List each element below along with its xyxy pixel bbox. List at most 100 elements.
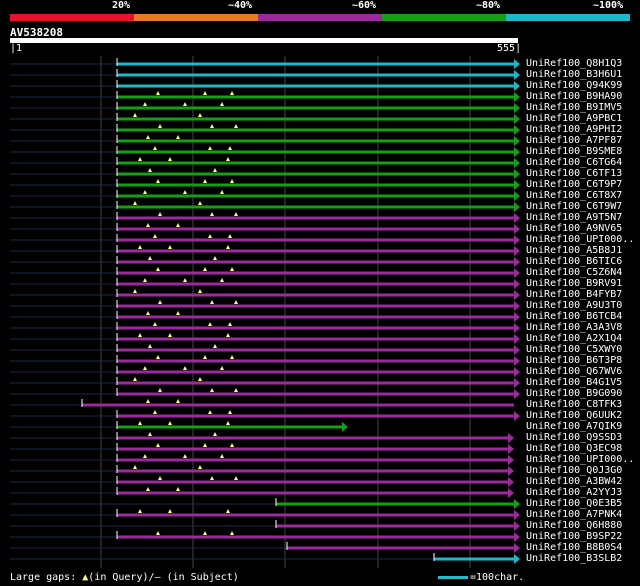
query-gap-marker — [133, 113, 137, 117]
hit-label[interactable]: UniRef100_C6TG64 — [526, 157, 638, 168]
hit-bar[interactable] — [117, 249, 514, 253]
hit-label[interactable]: UniRef100_Q0J3G0 — [526, 465, 638, 476]
hit-label[interactable]: UniRef100_C6T9P7 — [526, 179, 638, 190]
hit-bar[interactable] — [117, 106, 514, 110]
hit-label[interactable]: UniRef100_A3A3V8 — [526, 322, 638, 333]
hit-arrow — [514, 356, 520, 366]
hit-label[interactable]: UniRef100_B9HA90 — [526, 91, 638, 102]
hit-bar[interactable] — [117, 337, 514, 341]
hit-label[interactable]: UniRef100_C6T8X7 — [526, 190, 638, 201]
hit-label[interactable]: UniRef100_A5B8J1 — [526, 245, 638, 256]
hit-label[interactable]: UniRef100_C6T9W7 — [526, 201, 638, 212]
hit-bar[interactable] — [117, 194, 514, 198]
hit-bar[interactable] — [117, 216, 514, 220]
hit-label[interactable]: UniRef100_A3BW42 — [526, 476, 638, 487]
hit-label[interactable]: UniRef100_A7PF87 — [526, 135, 638, 146]
hit-label[interactable]: UniRef100_B4G1V5 — [526, 377, 638, 388]
hit-label[interactable]: UniRef100_B8B0S4 — [526, 542, 638, 553]
hit-bar[interactable] — [117, 315, 514, 319]
hit-bar[interactable] — [117, 183, 514, 187]
hit-label[interactable]: UniRef100_A9NV65 — [526, 223, 638, 234]
hit-bar[interactable] — [117, 84, 514, 88]
hit-bar[interactable] — [117, 95, 514, 99]
hit-bar[interactable] — [117, 414, 514, 418]
hit-bar[interactable] — [117, 392, 514, 396]
hit-label[interactable]: UniRef100_Q6UUK2 — [526, 410, 638, 421]
hit-label[interactable]: UniRef100_B3SLB2 — [526, 553, 638, 564]
hit-bar[interactable] — [117, 381, 514, 385]
hit-bar[interactable] — [117, 238, 514, 242]
hit-bar[interactable] — [117, 172, 514, 176]
hit-bar[interactable] — [117, 293, 514, 297]
hit-label[interactable]: UniRef100_UPI000.. — [526, 234, 638, 245]
hit-label[interactable]: UniRef100_A9PBC1 — [526, 113, 638, 124]
hit-bar[interactable] — [287, 546, 514, 550]
hit-bar[interactable] — [276, 524, 514, 528]
hit-bar[interactable] — [117, 304, 514, 308]
hit-bar[interactable] — [117, 447, 508, 451]
query-gap-marker — [220, 190, 224, 194]
hit-label[interactable]: UniRef100_A9U3T0 — [526, 300, 638, 311]
query-gap-marker — [228, 146, 232, 150]
hit-label[interactable]: UniRef100_B6TCB4 — [526, 311, 638, 322]
hit-label[interactable]: UniRef100_B4FYB7 — [526, 289, 638, 300]
hit-bar[interactable] — [117, 205, 514, 209]
hit-label[interactable]: UniRef100_Q94K99 — [526, 80, 638, 91]
hit-bar[interactable] — [117, 150, 514, 154]
hit-label[interactable]: UniRef100_B9RV91 — [526, 278, 638, 289]
hit-label[interactable]: UniRef100_B9IMV5 — [526, 102, 638, 113]
hit-bar[interactable] — [117, 117, 514, 121]
query-gap-marker — [176, 135, 180, 139]
hit-label[interactable]: UniRef100_A9T5N7 — [526, 212, 638, 223]
hit-bar[interactable] — [117, 282, 514, 286]
hit-bar[interactable] — [117, 271, 514, 275]
hit-bar[interactable] — [117, 491, 508, 495]
hit-label[interactable]: UniRef100_Q9SSD3 — [526, 432, 638, 443]
hit-bar[interactable] — [117, 73, 514, 77]
hit-label[interactable]: UniRef100_A2X1Q4 — [526, 333, 638, 344]
hit-label[interactable]: UniRef100_UPI000.. — [526, 454, 638, 465]
hit-bar[interactable] — [117, 370, 514, 374]
hit-label[interactable]: UniRef100_Q8H1Q3 — [526, 58, 638, 69]
hit-label[interactable]: UniRef100_A7PNK4 — [526, 509, 638, 520]
hit-label[interactable]: UniRef100_Q67WV6 — [526, 366, 638, 377]
hit-bar[interactable] — [117, 128, 514, 132]
hit-bar[interactable] — [434, 557, 514, 561]
hit-bar[interactable] — [117, 326, 514, 330]
hit-bar[interactable] — [117, 458, 508, 462]
hit-label[interactable]: UniRef100_Q3EC98 — [526, 443, 638, 454]
hit-bar[interactable] — [117, 469, 508, 473]
hit-label[interactable]: UniRef100_B6T3P8 — [526, 355, 638, 366]
hit-bar[interactable] — [117, 260, 514, 264]
hit-bar[interactable] — [276, 502, 514, 506]
query-gap-marker — [176, 487, 180, 491]
hit-label[interactable]: UniRef100_Q0E3B5 — [526, 498, 638, 509]
hit-bar[interactable] — [117, 161, 514, 165]
hit-label[interactable]: UniRef100_C5Z6N4 — [526, 267, 638, 278]
hit-bar[interactable] — [117, 436, 508, 440]
hit-label[interactable]: UniRef100_A7QIK9 — [526, 421, 638, 432]
hit-label[interactable]: UniRef100_A2YYJ3 — [526, 487, 638, 498]
hit-label[interactable]: UniRef100_B9SME8 — [526, 146, 638, 157]
hit-label[interactable]: UniRef100_A9PHI2 — [526, 124, 638, 135]
hit-bar[interactable] — [117, 139, 514, 143]
hit-label[interactable]: UniRef100_C5XWY0 — [526, 344, 638, 355]
hit-label[interactable]: UniRef100_B9G090 — [526, 388, 638, 399]
hit-label[interactable]: UniRef100_C6TF13 — [526, 168, 638, 179]
hit-label[interactable]: UniRef100_Q6H880 — [526, 520, 638, 531]
query-gap-marker — [226, 333, 230, 337]
hit-bar[interactable] — [117, 348, 514, 352]
hit-label[interactable]: UniRef100_B6TIC6 — [526, 256, 638, 267]
hit-bar[interactable] — [117, 425, 342, 429]
hit-bar[interactable] — [117, 535, 514, 539]
hit-label[interactable]: UniRef100_B9SP22 — [526, 531, 638, 542]
hit-bar[interactable] — [117, 62, 514, 66]
hit-bar[interactable] — [117, 359, 514, 363]
hit-label[interactable]: UniRef100_C8TFK3 — [526, 399, 638, 410]
hit-bar[interactable] — [82, 403, 514, 407]
query-gap-marker — [198, 465, 202, 469]
hit-bar[interactable] — [117, 513, 514, 517]
hit-label[interactable]: UniRef100_B3H6U1 — [526, 69, 638, 80]
hit-bar[interactable] — [117, 480, 508, 484]
hit-bar[interactable] — [117, 227, 514, 231]
